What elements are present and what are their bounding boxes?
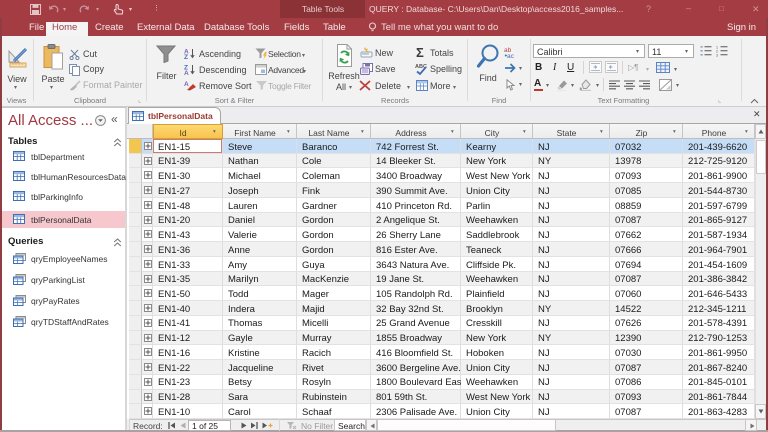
svg-text:Z: Z	[184, 54, 188, 59]
svg-text:A: A	[184, 70, 189, 75]
svg-text:3: 3	[716, 53, 718, 57]
svg-text:A: A	[184, 81, 189, 88]
svg-text:ac: ac	[507, 53, 515, 58]
